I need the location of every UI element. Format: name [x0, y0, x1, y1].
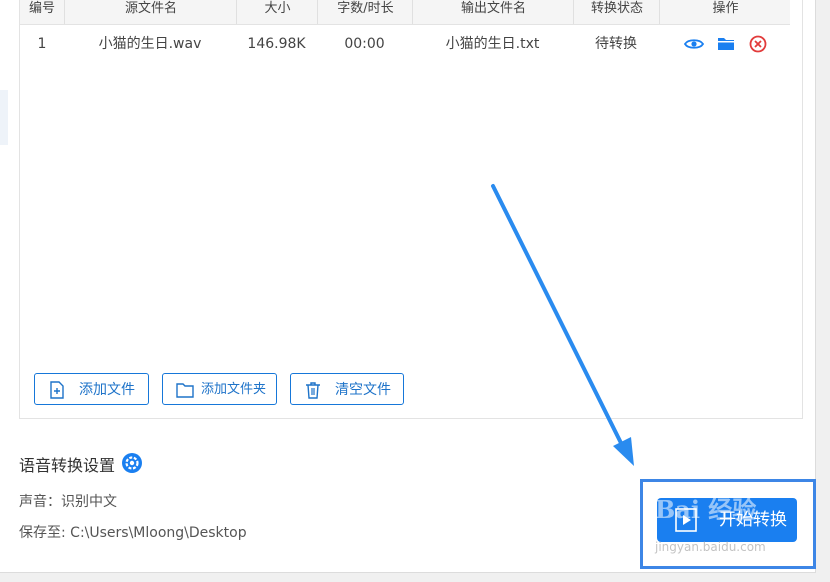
close-circle-icon[interactable] — [747, 34, 769, 54]
table-row[interactable]: 1 小猫的生日.wav 146.98K 00:00 小猫的生日.txt 待转换 — [20, 24, 790, 64]
watermark-url: jingyan.baidu.com — [655, 540, 766, 554]
add-file-icon — [47, 380, 67, 400]
clear-files-button[interactable]: 清空文件 — [290, 373, 404, 405]
cell-size: 146.98K — [247, 36, 306, 52]
cell-source: 小猫的生日.wav — [98, 36, 202, 52]
header-size: 大小 — [236, 0, 318, 24]
settings-title: 语音转换设置 — [19, 456, 116, 475]
header-index: 编号 — [28, 1, 55, 16]
folder-icon[interactable] — [715, 34, 737, 54]
gear-icon[interactable] — [121, 452, 143, 474]
header-duration: 字数/时长 — [317, 0, 413, 24]
add-folder-label: 添加文件夹 — [201, 381, 267, 396]
table-header: 编号 源文件名 大小 字数/时长 输出文件名 转换状态 操作 — [20, 0, 790, 25]
add-file-label: 添加文件 — [79, 381, 135, 397]
cell-index: 1 — [37, 36, 47, 52]
clear-files-label: 清空文件 — [335, 381, 391, 397]
eye-icon[interactable] — [683, 34, 705, 54]
header-status: 转换状态 — [573, 0, 660, 24]
cell-status: 待转换 — [595, 36, 637, 52]
header-output: 输出文件名 — [412, 0, 574, 24]
watermark-logo: Bai 经验 — [655, 495, 757, 524]
folder-icon — [175, 380, 195, 400]
voice-setting: 声音：识别中文 — [19, 494, 117, 510]
header-source: 源文件名 — [64, 0, 237, 24]
save-path: 保存至: C:\Users\Mloong\Desktop — [19, 525, 247, 541]
header-actions: 操作 — [659, 0, 791, 24]
add-folder-button[interactable]: 添加文件夹 — [162, 373, 277, 405]
row-actions — [683, 34, 803, 54]
cell-duration: 00:00 — [344, 36, 385, 52]
file-table: 编号 源文件名 大小 字数/时长 输出文件名 转换状态 操作 1 小猫的生日.w… — [19, 0, 803, 419]
cell-output: 小猫的生日.txt — [445, 36, 540, 52]
trash-icon — [303, 380, 323, 400]
side-strip — [0, 90, 8, 145]
add-file-button[interactable]: 添加文件 — [34, 373, 149, 405]
